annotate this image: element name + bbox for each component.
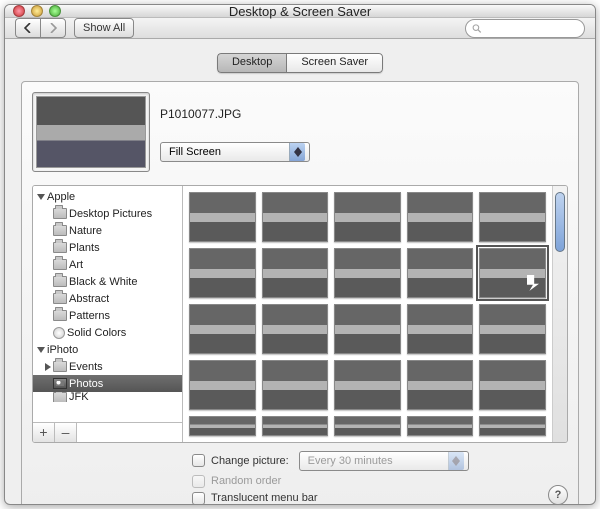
sidebar-item-plants[interactable]: Plants xyxy=(33,239,182,256)
thumbnail[interactable] xyxy=(334,360,401,410)
sidebar-item-photos[interactable]: Photos xyxy=(33,375,182,392)
translucent-checkbox[interactable] xyxy=(192,492,205,505)
photos-icon xyxy=(53,378,67,389)
group-iphoto[interactable]: iPhoto xyxy=(33,341,182,358)
thumbnail[interactable] xyxy=(479,304,546,354)
thumbnail[interactable] xyxy=(407,304,474,354)
thumbnail[interactable] xyxy=(189,248,256,298)
random-order-row: Random order xyxy=(192,475,469,488)
translucent-label: Translucent menu bar xyxy=(211,492,318,504)
sidebar-item-nature[interactable]: Nature xyxy=(33,222,182,239)
random-order-checkbox[interactable] xyxy=(192,475,205,488)
folder-icon xyxy=(53,392,67,402)
titlebar[interactable]: Desktop & Screen Saver xyxy=(5,5,595,18)
sidebar-item-desktop-pictures[interactable]: Desktop Pictures xyxy=(33,205,182,222)
thumbnail[interactable] xyxy=(407,248,474,298)
folder-icon xyxy=(53,361,67,372)
sidebar-item-patterns[interactable]: Patterns xyxy=(33,307,182,324)
prefs-window: Desktop & Screen Saver Show All Desktop … xyxy=(4,4,596,505)
thumbnail[interactable] xyxy=(407,192,474,242)
thumbnail[interactable] xyxy=(262,360,329,410)
search-field[interactable] xyxy=(465,19,585,38)
thumbnail[interactable] xyxy=(334,304,401,354)
group-apple[interactable]: Apple xyxy=(33,188,182,205)
folder-icon xyxy=(53,259,67,270)
add-folder-button[interactable]: + xyxy=(33,423,55,442)
translucent-row: Translucent menu bar xyxy=(192,492,469,505)
forward-button[interactable] xyxy=(40,18,66,38)
chevron-left-icon xyxy=(24,23,32,33)
thumbnail-grid[interactable] xyxy=(183,186,552,442)
thumbnail[interactable] xyxy=(479,360,546,410)
thumbnail[interactable] xyxy=(262,304,329,354)
folder-icon xyxy=(53,293,67,304)
scrollbar-thumb[interactable] xyxy=(555,192,565,252)
chevron-right-icon xyxy=(49,23,57,33)
thumbnail[interactable] xyxy=(479,416,546,436)
sidebar-item-bw[interactable]: Black & White xyxy=(33,273,182,290)
thumbnail[interactable] xyxy=(262,192,329,242)
preview-image xyxy=(36,96,146,168)
window-title: Desktop & Screen Saver xyxy=(5,4,595,19)
desktop-panel: P1010077.JPG Fill Screen Apple xyxy=(21,81,579,505)
folder-icon xyxy=(53,225,67,236)
thumbnail[interactable] xyxy=(262,416,329,436)
change-picture-row: Change picture: Every 30 minutes xyxy=(192,451,469,471)
thumbnail[interactable] xyxy=(334,248,401,298)
swatch-icon xyxy=(53,327,65,339)
thumbnail[interactable] xyxy=(189,360,256,410)
folder-icon xyxy=(53,242,67,253)
source-sidebar: Apple Desktop Pictures Nature Plants Art… xyxy=(33,186,183,442)
content: Desktop Screen Saver P1010077.JPG Fill S… xyxy=(5,39,595,505)
add-remove-bar: + – xyxy=(33,422,182,442)
interval-value: Every 30 minutes xyxy=(308,455,393,467)
fit-mode-popup[interactable]: Fill Screen xyxy=(160,142,310,162)
nav-segment xyxy=(15,18,66,38)
folder-icon xyxy=(53,310,67,321)
sidebar-item-jfk[interactable]: JFK xyxy=(33,392,182,402)
thumbnail[interactable] xyxy=(479,192,546,242)
help-button[interactable]: ? xyxy=(548,485,568,505)
toolbar: Show All xyxy=(5,18,595,39)
grid-scrollbar[interactable] xyxy=(552,186,567,442)
thumbnail[interactable] xyxy=(189,304,256,354)
folder-icon xyxy=(53,208,67,219)
change-picture-checkbox[interactable] xyxy=(192,454,205,467)
tab-screensaver[interactable]: Screen Saver xyxy=(286,53,383,73)
preview-well xyxy=(32,92,150,172)
thumbnail[interactable] xyxy=(334,416,401,436)
sidebar-item-art[interactable]: Art xyxy=(33,256,182,273)
search-icon xyxy=(472,23,482,34)
thumbnail-selected[interactable] xyxy=(479,248,546,298)
sidebar-item-events[interactable]: Events xyxy=(33,358,182,375)
updown-icon xyxy=(289,143,305,161)
remove-folder-button[interactable]: – xyxy=(55,423,77,442)
tab-desktop[interactable]: Desktop xyxy=(217,53,286,73)
options-area: Change picture: Every 30 minutes Random … xyxy=(32,451,568,505)
disclosure-down-icon xyxy=(37,347,45,353)
interval-popup[interactable]: Every 30 minutes xyxy=(299,451,469,471)
sidebar-item-solid-colors[interactable]: Solid Colors xyxy=(33,324,182,341)
current-filename: P1010077.JPG xyxy=(160,107,568,121)
back-button[interactable] xyxy=(15,18,40,38)
thumbnail-area xyxy=(183,186,567,442)
thumbnail[interactable] xyxy=(262,248,329,298)
show-all-button[interactable]: Show All xyxy=(74,18,134,38)
folder-icon xyxy=(53,276,67,287)
thumbnail[interactable] xyxy=(407,360,474,410)
fit-mode-value: Fill Screen xyxy=(169,146,221,158)
random-order-label: Random order xyxy=(211,475,281,487)
sidebar-item-abstract[interactable]: Abstract xyxy=(33,290,182,307)
thumbnail[interactable] xyxy=(189,416,256,436)
search-input[interactable] xyxy=(486,22,578,34)
thumbnail[interactable] xyxy=(407,416,474,436)
tab-bar: Desktop Screen Saver xyxy=(21,53,579,73)
disclosure-down-icon xyxy=(37,194,45,200)
thumbnail[interactable] xyxy=(334,192,401,242)
thumbnail[interactable] xyxy=(189,192,256,242)
disclosure-right-icon xyxy=(45,363,51,371)
change-picture-label: Change picture: xyxy=(211,455,289,467)
main-area: Apple Desktop Pictures Nature Plants Art… xyxy=(32,185,568,443)
updown-icon xyxy=(448,452,464,470)
